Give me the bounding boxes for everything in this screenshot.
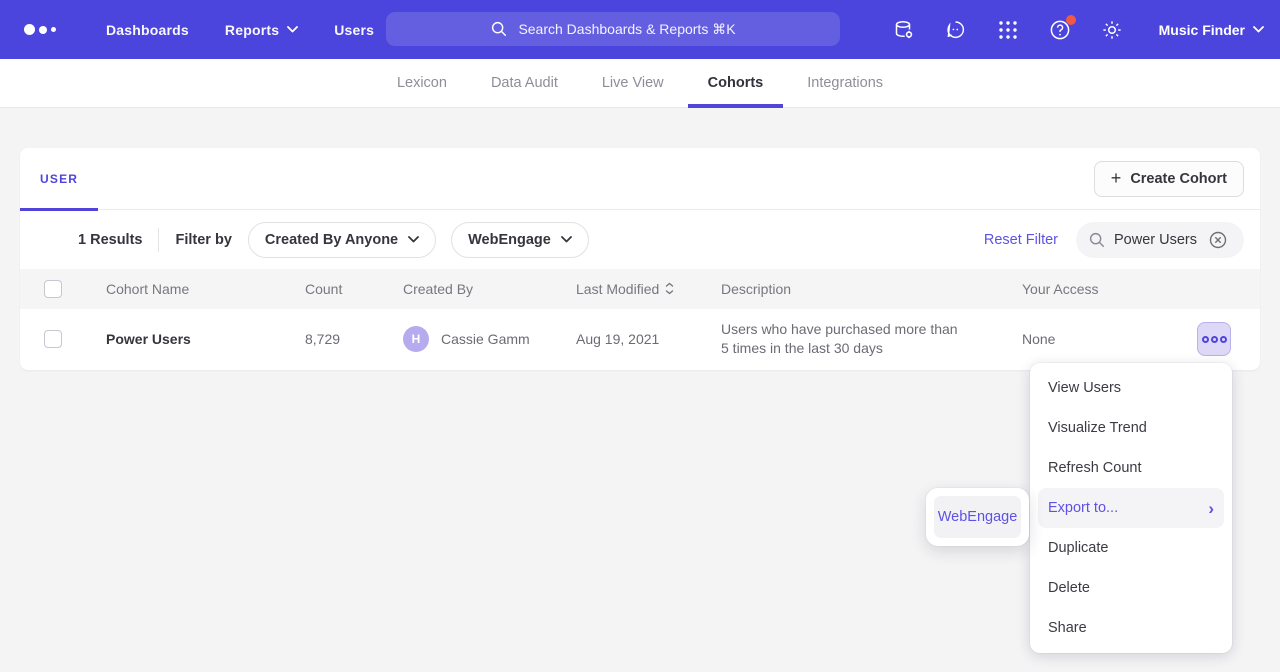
- divider: [158, 228, 159, 252]
- create-cohort-button[interactable]: + Create Cohort: [1094, 161, 1244, 197]
- menu-item-duplicate[interactable]: Duplicate: [1030, 528, 1232, 568]
- tab-lexicon[interactable]: Lexicon: [377, 59, 467, 107]
- settings-gear-icon[interactable]: [1099, 17, 1125, 43]
- filter-by-label: Filter by: [175, 232, 231, 248]
- create-cohort-label: Create Cohort: [1130, 171, 1227, 187]
- table-header-row: Cohort Name Count Created By Last Modifi…: [20, 269, 1260, 309]
- tab-cohorts[interactable]: Cohorts: [688, 59, 784, 107]
- tab-integrations[interactable]: Integrations: [787, 59, 903, 107]
- nav-item-label: Dashboards: [106, 22, 189, 38]
- tab-label: Data Audit: [491, 75, 558, 91]
- tab-live-view[interactable]: Live View: [582, 59, 684, 107]
- menu-item-visualize-trend[interactable]: Visualize Trend: [1030, 408, 1232, 448]
- description-cell: Users who have purchased more than 5 tim…: [721, 320, 969, 358]
- cohort-search-input[interactable]: [1114, 232, 1200, 248]
- workspace-name: Music Finder: [1159, 22, 1245, 38]
- menu-item-export-to[interactable]: Export to... ›: [1038, 488, 1224, 528]
- select-all-checkbox[interactable]: [44, 280, 62, 298]
- nav-item-users[interactable]: Users: [334, 22, 374, 38]
- last-modified-cell: Aug 19, 2021: [576, 331, 721, 347]
- top-navbar: Dashboards Reports Users Search Dashboar…: [0, 0, 1280, 59]
- chevron-down-icon: [287, 26, 298, 33]
- column-header-last-modified[interactable]: Last Modified: [576, 281, 721, 297]
- global-search-input[interactable]: Search Dashboards & Reports ⌘K: [386, 12, 840, 46]
- menu-item-share[interactable]: Share: [1030, 608, 1232, 648]
- tab-label: USER: [40, 172, 78, 186]
- feedback-icon[interactable]: [943, 17, 969, 43]
- cohort-search-box: [1076, 222, 1244, 258]
- dropdown-value: WebEngage: [468, 232, 551, 248]
- created-by-filter-dropdown[interactable]: Created By Anyone: [248, 222, 436, 258]
- tab-user-cohorts[interactable]: USER: [20, 148, 98, 210]
- data-management-icon[interactable]: [891, 17, 917, 43]
- cohort-name[interactable]: Power Users: [106, 331, 305, 347]
- table-row[interactable]: Power Users 8,729 H Cassie Gamm Aug 19, …: [20, 309, 1260, 369]
- plus-icon: +: [1111, 169, 1122, 187]
- chevron-down-icon: [1253, 26, 1264, 33]
- cohorts-card: USER + Create Cohort 1 Results Filter by…: [20, 148, 1260, 370]
- row-context-menu: View Users Visualize Trend Refresh Count…: [1030, 363, 1232, 653]
- submenu-item-webengage[interactable]: WebEngage: [934, 496, 1021, 538]
- nav-item-reports[interactable]: Reports: [225, 22, 298, 38]
- tab-label: Live View: [602, 75, 664, 91]
- created-by-cell: H Cassie Gamm: [403, 326, 576, 352]
- dropdown-value: Created By Anyone: [265, 232, 398, 248]
- nav-item-dashboards[interactable]: Dashboards: [106, 22, 189, 38]
- reset-filter-link[interactable]: Reset Filter: [984, 232, 1058, 248]
- avatar: H: [403, 326, 429, 352]
- creator-name: Cassie Gamm: [441, 331, 530, 347]
- tab-data-audit[interactable]: Data Audit: [471, 59, 578, 107]
- section-tabbar: Lexicon Data Audit Live View Cohorts Int…: [0, 59, 1280, 108]
- apps-grid-icon[interactable]: [995, 17, 1021, 43]
- notification-dot: [1066, 15, 1076, 25]
- mixpanel-logo-icon[interactable]: [24, 24, 70, 35]
- nav-item-label: Users: [334, 22, 374, 38]
- integration-filter-dropdown[interactable]: WebEngage: [451, 222, 589, 258]
- column-header-description: Description: [721, 281, 1022, 297]
- clear-search-icon[interactable]: [1208, 230, 1228, 250]
- menu-item-view-users[interactable]: View Users: [1030, 368, 1232, 408]
- tab-label: Integrations: [807, 75, 883, 91]
- search-icon: [1088, 231, 1106, 249]
- column-header-your-access: Your Access: [1022, 281, 1260, 297]
- menu-item-label: Export to...: [1048, 500, 1118, 516]
- results-count: 1 Results: [78, 232, 142, 248]
- sort-icon: [665, 282, 674, 295]
- more-options-button[interactable]: [1197, 322, 1231, 356]
- tab-label: Lexicon: [397, 75, 447, 91]
- access-cell: None: [1022, 331, 1055, 347]
- global-search-placeholder: Search Dashboards & Reports ⌘K: [518, 21, 735, 38]
- workspace-switcher[interactable]: Music Finder: [1151, 22, 1264, 38]
- search-icon: [490, 20, 508, 38]
- card-header: USER + Create Cohort: [20, 148, 1260, 210]
- column-header-count: Count: [305, 281, 403, 297]
- column-header-created-by: Created By: [403, 281, 576, 297]
- chevron-right-icon: ›: [1208, 500, 1214, 517]
- tab-label: Cohorts: [708, 75, 764, 91]
- menu-item-delete[interactable]: Delete: [1030, 568, 1232, 608]
- cohort-count: 8,729: [305, 331, 403, 347]
- row-checkbox[interactable]: [44, 330, 62, 348]
- export-submenu: WebEngage: [926, 488, 1029, 546]
- menu-item-refresh-count[interactable]: Refresh Count: [1030, 448, 1232, 488]
- filter-toolbar: 1 Results Filter by Created By Anyone We…: [20, 210, 1260, 269]
- column-header-cohort-name: Cohort Name: [106, 281, 305, 297]
- help-icon[interactable]: [1047, 17, 1073, 43]
- nav-item-label: Reports: [225, 22, 279, 38]
- chevron-down-icon: [561, 236, 572, 243]
- chevron-down-icon: [408, 236, 419, 243]
